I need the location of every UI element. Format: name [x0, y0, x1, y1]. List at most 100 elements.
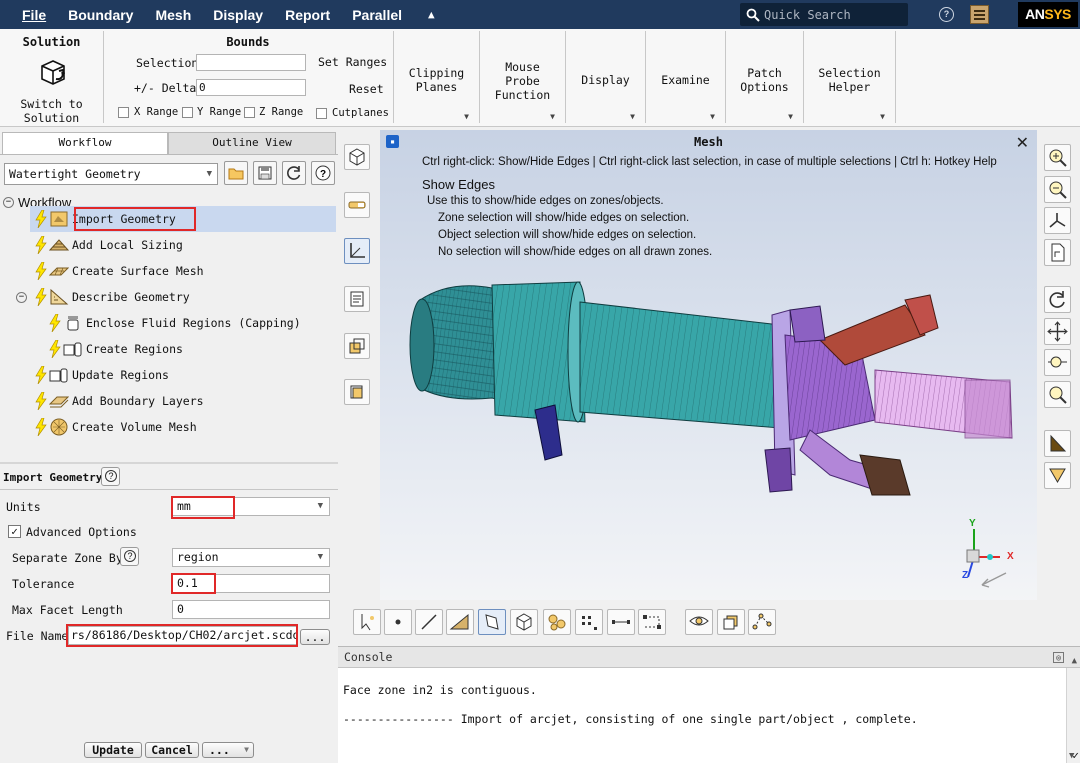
browse-file-button[interactable]: ...	[300, 629, 330, 645]
menu-report[interactable]: Report	[285, 7, 330, 23]
quick-search-field[interactable]: Quick Search	[740, 3, 908, 26]
collapse-icon[interactable]: −	[16, 291, 27, 303]
select-node-button[interactable]	[384, 609, 412, 635]
pan-button[interactable]	[1044, 318, 1071, 345]
menu-parallel[interactable]: Parallel	[352, 7, 402, 23]
panel-help-icon[interactable]: ?	[101, 467, 120, 486]
axes-button[interactable]	[344, 238, 370, 264]
console-checkmark-icon[interactable]: ✓	[1072, 749, 1079, 762]
more-options-button[interactable]: ... ▼	[202, 742, 254, 758]
tree-item-add-boundary-layers[interactable]: Add Boundary Layers	[35, 389, 204, 413]
open-folder-button[interactable]	[224, 161, 248, 185]
ribbon-examine[interactable]: Examine ▼	[646, 31, 726, 123]
ribbon-selection-helper[interactable]: Selection Helper ▼	[804, 31, 896, 123]
chevron-down-icon[interactable]: ▼	[710, 112, 715, 121]
switch-to-solution-icon[interactable]	[38, 57, 68, 89]
panel-title: Import Geometry	[3, 471, 103, 484]
delta-input[interactable]: 0	[196, 79, 306, 96]
z-range-checkbox[interactable]	[244, 107, 255, 118]
collapse-ribbon-button[interactable]: ▲	[428, 8, 435, 21]
show-edges-button[interactable]	[685, 609, 713, 635]
tree-item-enclose-fluid-regions[interactable]: Enclose Fluid Regions (Capping)	[49, 311, 301, 335]
console-panel[interactable]: Console ◎ ▲ Face zone in2 is contiguous.…	[338, 646, 1080, 763]
iso-view-button[interactable]	[344, 144, 370, 170]
capping-icon	[67, 316, 79, 331]
chevron-down-icon[interactable]: ▼	[550, 112, 555, 121]
zoom-rect-button[interactable]	[1044, 349, 1071, 376]
reset-button[interactable]: Reset	[349, 82, 384, 96]
select-pointer-button[interactable]	[353, 609, 381, 635]
filter-button[interactable]	[1044, 462, 1071, 489]
tree-item-create-volume-mesh[interactable]: Create Volume Mesh	[35, 415, 197, 439]
ribbon-display[interactable]: Display ▼	[566, 31, 646, 123]
chevron-down-icon[interactable]: ▼	[464, 112, 469, 121]
pan-icon	[1047, 321, 1068, 342]
tree-item-add-local-sizing[interactable]: Add Local Sizing	[35, 233, 183, 257]
select-body-button[interactable]	[510, 609, 538, 635]
zoom-fit-button[interactable]	[1044, 381, 1071, 408]
max-facet-length-input[interactable]: 0	[172, 600, 330, 619]
copy-view-button[interactable]	[344, 379, 370, 405]
select-grid-button[interactable]	[575, 609, 603, 635]
collapse-icon[interactable]: −	[3, 196, 14, 208]
selection-input[interactable]	[196, 54, 306, 71]
save-button[interactable]	[253, 161, 277, 185]
separate-zone-select[interactable]: region ▼	[172, 548, 330, 567]
y-range-checkbox[interactable]	[182, 107, 193, 118]
notebook-icon[interactable]	[970, 5, 989, 24]
separate-zone-help-icon[interactable]: ?	[120, 547, 139, 566]
switch-to-solution-line2[interactable]: Solution	[0, 111, 103, 125]
refresh-button[interactable]	[282, 161, 306, 185]
advanced-options-checkbox[interactable]: ✓	[8, 525, 21, 538]
show-points-button[interactable]	[748, 609, 776, 635]
tab-outline-view[interactable]: Outline View	[168, 132, 336, 154]
ribbon-clipping-planes[interactable]: Clipping Planes ▼	[394, 31, 480, 123]
zoom-out-button[interactable]	[1044, 176, 1071, 203]
menu-file[interactable]: File	[22, 7, 46, 23]
ribbon-patch-options[interactable]: Patch Options ▼	[726, 31, 804, 123]
menu-display[interactable]: Display	[213, 7, 263, 23]
fit-view-button[interactable]	[1044, 239, 1071, 266]
ribbon: Solution Switch to Solution Bounds Selec…	[0, 29, 1080, 127]
x-range-checkbox[interactable]	[118, 107, 129, 118]
view-box-button[interactable]	[344, 333, 370, 359]
tab-workflow[interactable]: Workflow	[2, 132, 168, 154]
console-menu-icon[interactable]: ◎	[1053, 652, 1064, 663]
arcjet-mesh-model[interactable]	[380, 130, 1037, 610]
select-link-button[interactable]	[607, 609, 635, 635]
menu-boundary[interactable]: Boundary	[68, 7, 133, 23]
zoom-in-button[interactable]	[1044, 144, 1071, 171]
rotate-button[interactable]	[1044, 286, 1071, 313]
axes-view-button[interactable]	[1044, 207, 1071, 234]
chevron-down-icon[interactable]: ▼	[788, 112, 793, 121]
select-zones-button[interactable]	[543, 609, 571, 635]
help-button[interactable]: ?	[311, 161, 335, 185]
switch-to-solution-line1[interactable]: Switch to	[0, 97, 103, 111]
annotation-button[interactable]	[344, 286, 370, 312]
select-connect-button[interactable]	[638, 609, 666, 635]
ruler-button[interactable]	[344, 192, 370, 218]
cutplanes-checkbox[interactable]	[316, 108, 327, 119]
select-object-button[interactable]	[478, 609, 506, 635]
chevron-down-icon[interactable]: ▼	[880, 112, 885, 121]
tree-item-create-regions[interactable]: Create Regions	[49, 337, 183, 361]
select-face-button[interactable]	[446, 609, 474, 635]
select-button[interactable]	[1044, 430, 1071, 457]
update-button[interactable]: Update	[84, 742, 142, 758]
mouse-probe-line2: Probe	[505, 74, 540, 88]
workflow-type-select[interactable]: Watertight Geometry ▼	[4, 163, 218, 185]
help-icon[interactable]: ?	[939, 7, 954, 22]
select-edge-button[interactable]	[415, 609, 443, 635]
highlight-box	[66, 624, 298, 647]
cancel-button[interactable]: Cancel	[145, 742, 199, 758]
show-faces-button[interactable]	[717, 609, 745, 635]
tree-item-describe-geometry[interactable]: − Describe Geometry	[16, 285, 190, 309]
tree-item-update-regions[interactable]: Update Regions	[35, 363, 169, 387]
chevron-down-icon[interactable]: ▼	[630, 112, 635, 121]
tree-item-create-surface-mesh[interactable]: Create Surface Mesh	[35, 259, 204, 283]
menu-mesh[interactable]: Mesh	[155, 7, 191, 23]
ribbon-mouse-probe[interactable]: Mouse Probe Function ▼	[480, 31, 566, 123]
mouse-probe-line3: Function	[494, 88, 551, 102]
set-ranges-button[interactable]: Set Ranges	[318, 55, 387, 69]
graphics-window[interactable]: ▪ Mesh ✕ Ctrl right-click: Show/Hide Edg…	[380, 130, 1037, 610]
